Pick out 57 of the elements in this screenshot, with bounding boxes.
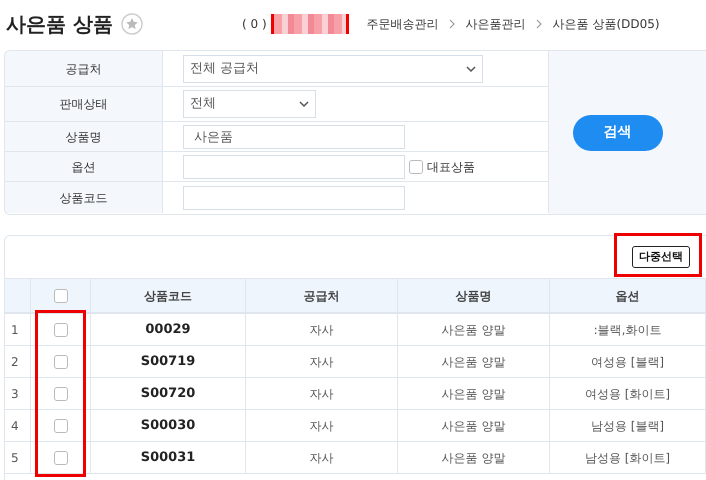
dropdown[interactable]: 전체	[183, 90, 316, 118]
table-cell-text: 사은품 양말	[442, 450, 506, 466]
table-cell-text: 사은품 양말	[442, 386, 506, 402]
table-cell-text: 남성용 [화이트]	[584, 450, 670, 466]
table-cell-text: 사은품 양말	[442, 322, 506, 338]
table-cell-text: 여성용 [화이트]	[584, 386, 670, 402]
dropdown[interactable]: 전체 공급처	[183, 54, 483, 82]
column-header: 옵션	[616, 288, 640, 304]
table-cell-text: 여성용 [블랙]	[590, 354, 664, 370]
row-checkbox[interactable]	[54, 386, 68, 400]
multi-select-button[interactable]: 다중선택	[632, 246, 690, 268]
chevron-icon	[536, 19, 543, 29]
field-label: 상품명	[66, 128, 102, 146]
table-cell-text: 남성용 [블랙]	[590, 418, 664, 434]
chevron-icon	[448, 19, 456, 29]
table-cell-text: S00030	[140, 416, 196, 435]
breadcrumb-item[interactable]: 사은품관리	[466, 15, 526, 33]
row-number: 4	[5, 410, 31, 442]
page-title: 사은품 상품	[6, 11, 113, 38]
chevron-down-icon	[299, 101, 309, 107]
checkbox[interactable]	[409, 160, 423, 174]
chevron-down-icon	[466, 66, 476, 72]
field-label: 옵션	[72, 158, 96, 176]
table-cell-text: 자사	[310, 450, 334, 466]
row-number: 3	[5, 378, 31, 410]
column-header: 공급처	[304, 288, 340, 304]
field-label: 공급처	[66, 60, 102, 78]
column-header: 상품명	[456, 288, 492, 304]
field-label: 상품코드	[60, 190, 108, 206]
field-label: 판매상태	[60, 96, 108, 113]
row-number: 5	[5, 442, 31, 474]
select-all-checkbox[interactable]	[54, 288, 68, 302]
count-text: ( 0 )	[242, 16, 267, 33]
row-checkbox[interactable]	[54, 322, 68, 336]
breadcrumb-item[interactable]: 주문배송관리	[366, 15, 439, 33]
row-number: 1	[5, 314, 31, 346]
table-cell-text: S00719	[140, 352, 196, 371]
checkbox-label: 대표상품	[427, 158, 475, 176]
table-cell-text: 자사	[310, 322, 334, 338]
row-checkbox[interactable]	[54, 450, 68, 464]
row-number: 2	[5, 346, 31, 378]
row-checkbox[interactable]	[54, 354, 68, 368]
table-cell-text: 자사	[310, 418, 334, 434]
input-field[interactable]: 사은품	[183, 124, 405, 148]
table-cell-text: 사은품 양말	[442, 354, 506, 370]
input-field[interactable]	[183, 154, 405, 178]
table-cell-text: :블랙,화이트	[594, 322, 662, 338]
table-cell-text: S00031	[140, 448, 196, 467]
column-header: 상품코드	[144, 288, 192, 304]
input-field[interactable]	[183, 186, 405, 210]
table-cell-text: 사은품 양말	[442, 418, 506, 434]
breadcrumb-item[interactable]: 사은품 상품(DD05)	[552, 15, 660, 33]
table-cell-text: 자사	[310, 354, 334, 370]
table-cell-text: S00720	[140, 384, 196, 403]
table-cell-text: 자사	[310, 386, 334, 402]
row-checkbox[interactable]	[54, 418, 68, 432]
table-cell-text: 00029	[145, 320, 191, 339]
